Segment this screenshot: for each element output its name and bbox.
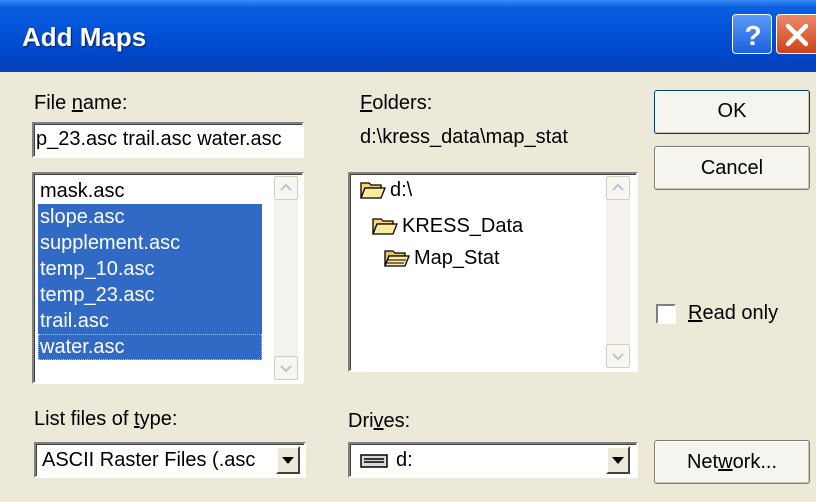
chevron-up-icon [280,183,292,191]
open-folder-icon [360,182,386,199]
file-list-scrollbar[interactable] [274,176,298,380]
folder-tree-scrollbar[interactable] [606,176,630,368]
list-item[interactable]: supplement.asc [38,230,262,256]
file-list[interactable]: mask.asc slope.asc supplement.asc temp_10.a… [32,172,304,384]
add-maps-dialog: Add Maps ? File name: p_23.asc trail.asc… [0,0,816,502]
file-type-label: List files of type: [34,408,178,430]
cancel-button[interactable]: Cancel [654,146,810,190]
ok-button[interactable]: OK [654,90,810,134]
scroll-up-button[interactable] [274,176,298,200]
chevron-down-icon [280,365,292,373]
chevron-down-icon [612,353,624,361]
open-folder-icon [372,218,398,235]
current-folder-path: d:\kress_data\map_stat [360,126,568,148]
drive-icon [360,454,388,468]
list-item[interactable]: temp_10.asc [38,256,262,282]
scroll-up-button[interactable] [606,176,630,200]
drives-label: Drives: [348,410,411,432]
folder-tree[interactable]: d:\ KRESS_Data Map_Stat [348,172,638,372]
drives-select[interactable]: d: [348,442,638,478]
scroll-down-button[interactable] [606,344,630,368]
drives-dropdown-button[interactable] [606,446,630,474]
list-item[interactable]: trail.asc [38,308,262,334]
close-button[interactable] [776,14,816,54]
scroll-down-button[interactable] [274,356,298,380]
window-title: Add Maps [22,22,147,52]
list-item[interactable]: temp_23.asc [38,282,262,308]
read-only-checkbox[interactable] [656,304,676,324]
file-name-input[interactable]: p_23.asc trail.asc water.asc [32,122,304,158]
file-type-value: ASCII Raster Files (.asc [42,449,256,471]
file-type-select[interactable]: ASCII Raster Files (.asc [34,442,306,478]
network-button[interactable]: Network... [654,440,810,484]
read-only-label: Read only [688,302,779,324]
title-bar[interactable]: Add Maps ? [0,0,816,72]
file-name-label: File name: [34,92,128,114]
dropdown-arrow-icon [282,457,294,464]
chevron-up-icon [612,183,624,191]
question-icon: ? [744,20,761,51]
file-name-value: p_23.asc trail.asc water.asc [36,128,282,150]
dropdown-arrow-icon [612,457,624,464]
file-type-dropdown-button[interactable] [276,446,300,474]
folders-label: Folders: [360,92,433,114]
list-item[interactable]: mask.asc [38,178,262,204]
list-item[interactable]: slope.asc [38,204,262,230]
svg-text:?: ? [744,20,761,51]
open-folder-icon [384,250,410,267]
drives-value: d: [396,449,413,471]
help-button[interactable]: ? [732,14,772,54]
close-icon [785,23,809,47]
list-item[interactable]: water.asc [38,334,262,360]
